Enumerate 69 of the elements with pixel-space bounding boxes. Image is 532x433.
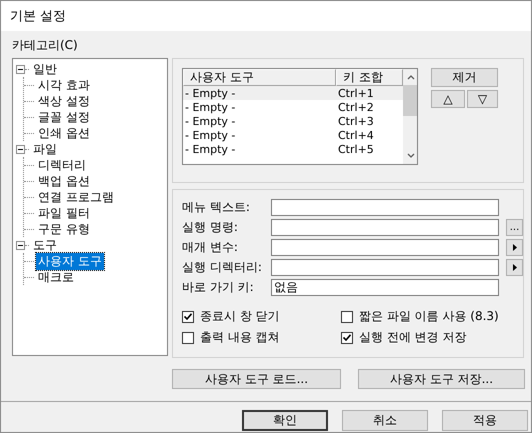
checkbox[interactable] [182, 310, 194, 322]
field-label: 매개 변수: [182, 239, 239, 256]
tree-item[interactable]: 글꼴 설정 [36, 108, 92, 126]
scroll-up-icon [406, 75, 414, 80]
field-label: 실행 명령: [182, 219, 239, 236]
move-down-button[interactable]: ▽ [467, 90, 498, 108]
tree-item[interactable]: 일반 [31, 60, 59, 78]
checkbox[interactable] [341, 332, 353, 344]
remove-button[interactable]: 제거 [431, 68, 498, 87]
tool-name-cell-text: - Empty - [184, 128, 236, 142]
save-tools-button[interactable]: 사용자 도구 저장... [358, 369, 525, 389]
field-label: 실행 디렉터리: [182, 259, 263, 276]
tree-item[interactable]: 인쇄 옵션 [36, 124, 92, 142]
tree-item[interactable]: 시각 효과 [36, 76, 92, 94]
input-field[interactable] [271, 219, 499, 236]
checkbox-label: 짧은 파일 이름 사용 (8.3) [359, 308, 499, 325]
menu-button[interactable] [506, 239, 523, 256]
tool-name-cell-text: - Empty - [184, 142, 236, 156]
checkbox[interactable] [341, 310, 353, 322]
window-title: 기본 설정 [10, 8, 66, 25]
shortcut-cell-text: Ctrl+3 [337, 114, 375, 128]
category-label: 카테고리(C) [12, 37, 79, 54]
input-field[interactable] [271, 239, 499, 256]
tree-item[interactable]: 색상 설정 [36, 92, 92, 110]
collapse-icon[interactable] [16, 144, 25, 154]
tree-item[interactable]: 구문 유형 [36, 220, 92, 238]
shortcut-cell-text: Ctrl+2 [337, 100, 375, 114]
triangle-right-icon [512, 264, 516, 271]
checkbox-label: 출력 내용 캡쳐 [200, 329, 280, 346]
checkbox-label: 실행 전에 변경 저장 [359, 329, 466, 346]
checkmark-icon [184, 313, 192, 320]
column-header[interactable]: 키 조합 [336, 69, 403, 86]
scroll-down-icon [406, 153, 414, 158]
shortcut-cell-text: Ctrl+1 [337, 86, 375, 100]
tree-item[interactable]: 백업 옵션 [36, 172, 92, 190]
shortcut-cell-text: Ctrl+4 [337, 128, 375, 142]
checkmark-icon [343, 334, 351, 341]
tool-name-cell-text: - Empty - [184, 114, 236, 128]
tree-item[interactable]: 디렉터리 [36, 156, 88, 174]
tree-item[interactable]: 사용자 도구 [36, 252, 104, 270]
input-field[interactable]: 없음 [271, 279, 499, 296]
tree-item[interactable]: 연결 프로그램 [36, 188, 116, 206]
tree-item[interactable]: 매크로 [36, 268, 76, 286]
list-row[interactable]: - Empty - Ctrl+1 [183, 86, 403, 100]
checkbox-label: 종료시 창 닫기 [200, 308, 280, 325]
load-tools-button[interactable]: 사용자 도구 로드... [172, 369, 341, 389]
menu-button[interactable] [506, 259, 523, 276]
tool-name-cell-text: - Empty - [184, 100, 236, 114]
tree-item[interactable]: 도구 [31, 236, 59, 254]
dialog-button[interactable]: 확인 [242, 410, 328, 431]
checkbox[interactable] [182, 332, 194, 344]
browse-button[interactable]: ... [506, 219, 523, 236]
collapse-icon[interactable] [16, 64, 25, 74]
input-field[interactable] [271, 199, 499, 216]
move-up-button[interactable]: △ [431, 90, 465, 108]
shortcut-cell-text: Ctrl+5 [337, 142, 375, 156]
tree-item[interactable]: 파일 필터 [36, 204, 92, 222]
tree-item[interactable]: 파일 [31, 140, 59, 158]
scrollbar[interactable] [403, 69, 417, 164]
input-field[interactable] [271, 259, 499, 276]
collapse-icon[interactable] [16, 240, 25, 250]
field-label: 바로 가기 키: [182, 279, 255, 296]
dialog-button[interactable]: 적용 [442, 410, 528, 431]
column-header[interactable]: 사용자 도구 [183, 69, 336, 86]
field-label: 메뉴 텍스트: [182, 199, 251, 216]
scroll-thumb[interactable] [403, 85, 417, 116]
tool-name-cell-text: - Empty - [184, 86, 236, 100]
triangle-right-icon [512, 244, 516, 251]
dialog-button[interactable]: 취소 [342, 410, 428, 431]
